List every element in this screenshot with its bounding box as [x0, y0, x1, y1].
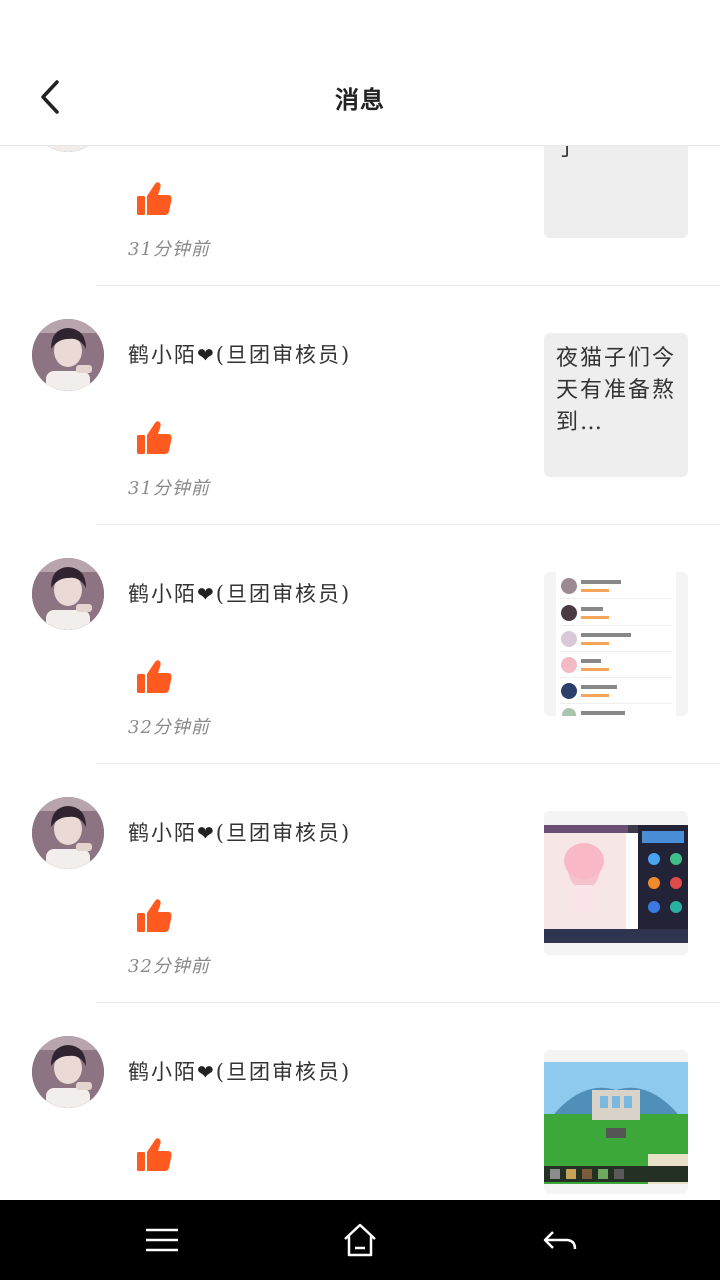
thumbnail-text: 夜猫子们今天有准备熬到… [556, 346, 677, 435]
post-thumbnail[interactable]: 夜猫子们今天有准备熬到… [544, 333, 688, 477]
message-time: 31分钟前 [128, 239, 210, 260]
message-item[interactable]: 鹤小陌❤(旦团审核员) [0, 1003, 720, 1200]
header: 消息 [0, 48, 720, 146]
thumbnail-text: 天，太无聊了 [556, 146, 581, 161]
message-time: 32分钟前 [128, 956, 210, 977]
menu-icon[interactable] [142, 1220, 182, 1260]
thumbnail-image [544, 1050, 688, 1194]
heart-icon: ❤ [197, 343, 216, 367]
message-item[interactable]: 鹤小陌❤(旦团审核员) 32分钟前 [0, 525, 720, 764]
post-thumbnail[interactable] [544, 811, 688, 955]
post-thumbnail[interactable] [544, 1050, 688, 1194]
avatar[interactable] [32, 797, 104, 869]
message-time: 31分钟前 [128, 478, 210, 499]
avatar[interactable] [32, 558, 104, 630]
message-list[interactable]: 31分钟前 天，太无聊了 鹤小陌❤(旦团审核员) 31分钟前 夜猫子们今 [0, 146, 720, 1200]
return-icon[interactable] [540, 1220, 580, 1260]
username[interactable]: 鹤小陌❤(旦团审核员) [128, 578, 351, 608]
thumbnail-image [544, 811, 688, 955]
message-item[interactable]: 鹤小陌❤(旦团审核员) 31分钟前 夜猫子们今天有准备熬到… [0, 286, 720, 525]
thumbs-up-icon[interactable] [134, 418, 174, 458]
message-item[interactable]: 31分钟前 天，太无聊了 [0, 146, 720, 286]
post-thumbnail[interactable] [544, 572, 688, 716]
thumbs-up-icon[interactable] [134, 896, 174, 936]
username[interactable]: 鹤小陌❤(旦团审核员) [128, 1056, 351, 1086]
username[interactable]: 鹤小陌❤(旦团审核员) [128, 817, 351, 847]
heart-icon: ❤ [197, 821, 216, 845]
system-nav-bar [0, 1200, 720, 1280]
thumbs-up-icon[interactable] [134, 179, 174, 219]
post-thumbnail[interactable]: 天，太无聊了 [544, 146, 688, 238]
thumbs-up-icon[interactable] [134, 657, 174, 697]
page-title: 消息 [335, 86, 385, 114]
avatar[interactable] [32, 1036, 104, 1108]
avatar[interactable] [32, 146, 104, 152]
message-time: 32分钟前 [128, 717, 210, 738]
home-icon[interactable] [340, 1220, 380, 1260]
status-bar-area [0, 0, 720, 48]
heart-icon: ❤ [197, 582, 216, 606]
message-item[interactable]: 鹤小陌❤(旦团审核员) 32分钟前 [0, 764, 720, 1003]
username[interactable]: 鹤小陌❤(旦团审核员) [128, 339, 351, 369]
thumbs-up-icon[interactable] [134, 1135, 174, 1175]
heart-icon: ❤ [197, 1060, 216, 1084]
thumbnail-image [544, 572, 688, 716]
avatar[interactable] [32, 319, 104, 391]
